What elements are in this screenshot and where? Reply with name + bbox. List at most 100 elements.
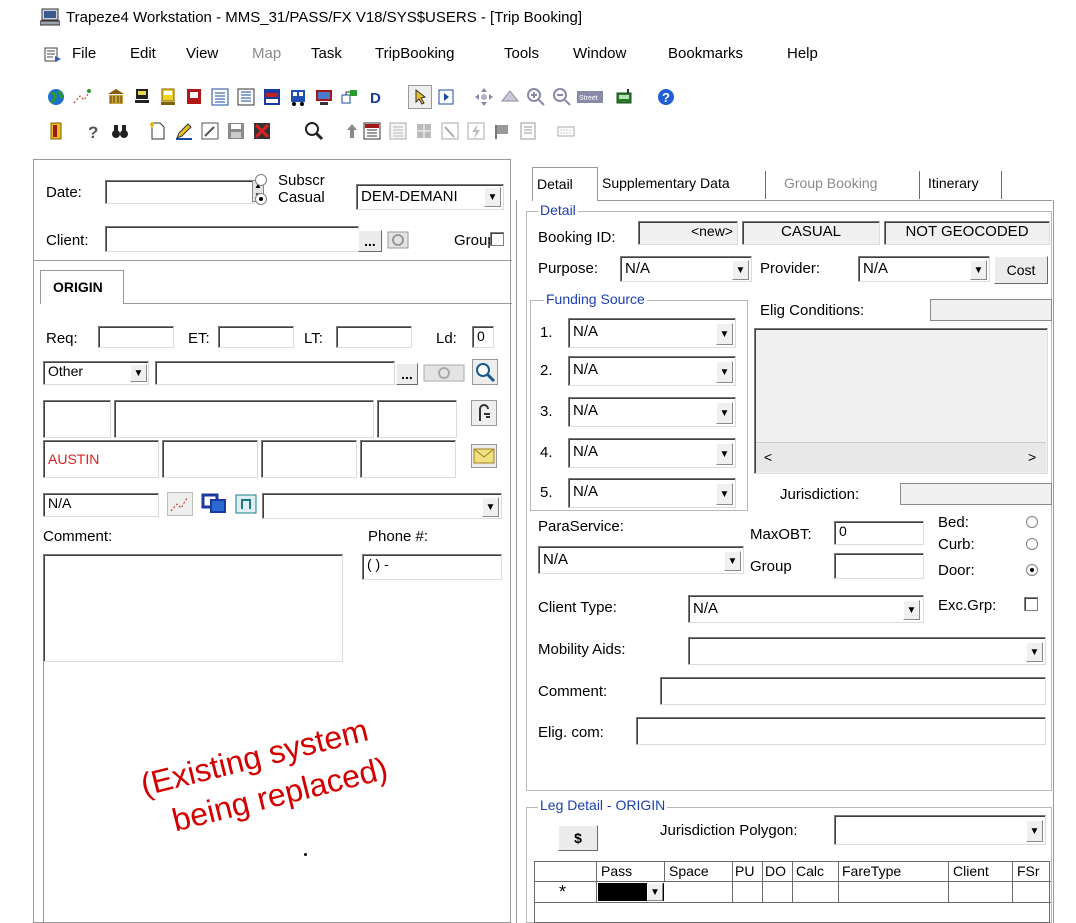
- pointer-icon[interactable]: [408, 85, 432, 109]
- menu-help[interactable]: Help: [787, 45, 818, 62]
- req-field[interactable]: [98, 326, 174, 348]
- bus-blue-icon[interactable]: [286, 85, 310, 109]
- binoculars-icon[interactable]: [108, 119, 132, 143]
- addr-cell-1[interactable]: [43, 400, 111, 438]
- step-icon[interactable]: [434, 85, 458, 109]
- location-select[interactable]: [262, 493, 502, 519]
- ld-field[interactable]: 0: [472, 326, 494, 348]
- funding-select-4[interactable]: N/A: [568, 438, 736, 468]
- zoom-in-icon[interactable]: [524, 85, 548, 109]
- menu-tripbooking[interactable]: TripBooking: [375, 45, 454, 62]
- calendar-icon[interactable]: [360, 119, 384, 143]
- excgrp-checkbox[interactable]: [1024, 597, 1038, 611]
- search-icon[interactable]: [302, 119, 326, 143]
- address-field[interactable]: [155, 361, 395, 385]
- menu-tools[interactable]: Tools: [504, 45, 539, 62]
- device-icon[interactable]: [612, 85, 636, 109]
- globe-icon[interactable]: [44, 85, 68, 109]
- booking-type-dropdown[interactable]: ▼: [484, 187, 501, 207]
- grid-col-do[interactable]: DO: [763, 862, 793, 902]
- route-icon[interactable]: [70, 85, 94, 109]
- list-icon[interactable]: [208, 85, 232, 109]
- grid-list-icon[interactable]: [234, 85, 258, 109]
- menu-bookmarks[interactable]: Bookmarks: [668, 45, 743, 62]
- menu-task[interactable]: Task: [311, 45, 342, 62]
- reverse-geocode-icon[interactable]: [471, 400, 497, 426]
- mobility-aids-select[interactable]: [688, 637, 1046, 665]
- edit-pencil-icon[interactable]: [172, 119, 196, 143]
- delete-icon[interactable]: [250, 119, 274, 143]
- pen-disabled-icon[interactable]: [438, 119, 462, 143]
- funding-dropdown-1[interactable]: ▼: [716, 323, 733, 345]
- bus-yellow-icon[interactable]: [156, 85, 180, 109]
- grid-col-faretype[interactable]: FareType: [839, 862, 949, 902]
- date-field[interactable]: [105, 180, 255, 204]
- address-type-dropdown[interactable]: ▼: [130, 364, 147, 382]
- subscr-radio[interactable]: [255, 174, 267, 186]
- funding-select-5[interactable]: N/A: [568, 478, 736, 508]
- addr-cell-3[interactable]: [377, 400, 457, 438]
- network-icon[interactable]: [338, 85, 362, 109]
- edit-box-icon[interactable]: [198, 119, 222, 143]
- scroll-left-icon[interactable]: <: [764, 449, 772, 465]
- grid-col-calc[interactable]: Calc: [793, 862, 839, 902]
- menu-map[interactable]: Map: [252, 45, 281, 62]
- client-photo-icon[interactable]: [386, 228, 410, 252]
- address-browse-button[interactable]: ...: [396, 363, 418, 385]
- group-field[interactable]: [834, 553, 924, 579]
- street-icon[interactable]: Street: [576, 85, 604, 109]
- vehicle-red-icon[interactable]: [182, 85, 206, 109]
- grid-col-client[interactable]: Client: [949, 862, 1013, 902]
- booking-type-select[interactable]: DEM-DEMANI: [356, 184, 504, 210]
- new-document-icon[interactable]: [146, 119, 170, 143]
- mobility-aids-dropdown[interactable]: ▼: [1026, 642, 1043, 662]
- paraservice-select[interactable]: N/A: [538, 546, 744, 574]
- flag-disabled-icon[interactable]: [490, 119, 514, 143]
- pass-cell-dropdown[interactable]: ▼: [647, 883, 663, 901]
- addr-cell-6[interactable]: [261, 440, 357, 478]
- client-browse-button[interactable]: ...: [358, 230, 382, 252]
- grid-col-pass[interactable]: Pass: [597, 862, 665, 882]
- exit-door-icon[interactable]: [44, 119, 68, 143]
- fare-button[interactable]: $: [558, 825, 598, 851]
- building-icon[interactable]: [104, 85, 128, 109]
- city-field[interactable]: AUSTIN: [43, 440, 159, 478]
- jurisdiction-polygon-dropdown[interactable]: ▼: [1026, 820, 1043, 842]
- tab-group-booking[interactable]: Group Booking: [768, 171, 920, 199]
- comment-area[interactable]: [43, 554, 343, 662]
- schedule-icon[interactable]: [260, 85, 284, 109]
- menu-view[interactable]: View: [186, 45, 218, 62]
- lightning-disabled-icon[interactable]: [464, 119, 488, 143]
- paraservice-dropdown[interactable]: ▼: [724, 551, 741, 571]
- jurisdiction-polygon-select[interactable]: [834, 815, 1046, 845]
- addr-cell-5[interactable]: [162, 440, 258, 478]
- tab-supplementary[interactable]: Supplementary Data: [598, 171, 766, 199]
- purpose-dropdown[interactable]: ▼: [732, 260, 749, 280]
- addr-cell-2[interactable]: [114, 400, 374, 438]
- bed-radio[interactable]: [1026, 516, 1038, 528]
- copy-address-icon[interactable]: [200, 492, 230, 516]
- funding-dropdown-5[interactable]: ▼: [716, 483, 733, 505]
- zone-field[interactable]: N/A: [43, 493, 159, 517]
- d-icon[interactable]: D: [364, 85, 388, 109]
- funding-dropdown-2[interactable]: ▼: [716, 361, 733, 383]
- menu-edit[interactable]: Edit: [130, 45, 156, 62]
- tab-detail[interactable]: Detail: [532, 167, 598, 201]
- bus-stop-icon[interactable]: [130, 85, 154, 109]
- et-field[interactable]: [218, 326, 294, 348]
- address-search-icon[interactable]: [472, 359, 498, 385]
- document-icon[interactable]: [44, 47, 62, 63]
- grid-col-pu[interactable]: PU: [733, 862, 763, 902]
- pan-icon[interactable]: [472, 85, 496, 109]
- grid-col-space[interactable]: Space: [665, 862, 733, 902]
- menu-window[interactable]: Window: [573, 45, 626, 62]
- curb-radio[interactable]: [1026, 538, 1038, 550]
- addr-cell-7[interactable]: [360, 440, 456, 478]
- elig-com-field[interactable]: [636, 717, 1046, 745]
- calendar-disabled-icon[interactable]: [386, 119, 410, 143]
- cost-button[interactable]: Cost: [994, 256, 1048, 284]
- right-comment-field[interactable]: [660, 677, 1046, 705]
- grid-disabled-icon[interactable]: [412, 119, 436, 143]
- stop-point-icon[interactable]: [234, 492, 258, 516]
- monitor-icon[interactable]: [312, 85, 336, 109]
